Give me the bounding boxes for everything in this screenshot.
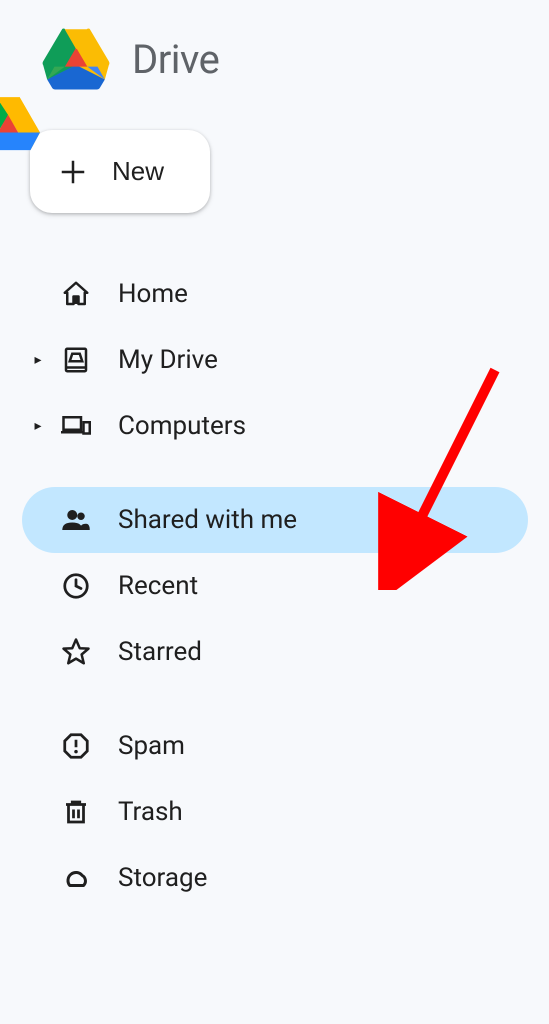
nav-item-computers[interactable]: ▸ Computers: [22, 393, 528, 459]
nav-group-1: ▸ Home ▸ My Drive ▸ Computers: [22, 261, 549, 459]
storage-icon: [60, 862, 92, 894]
nav-label: Spam: [118, 731, 185, 761]
new-button[interactable]: New: [30, 130, 210, 213]
expand-icon[interactable]: ▸: [32, 352, 44, 368]
recent-icon: [60, 570, 92, 602]
my-drive-icon: [60, 344, 92, 376]
plus-icon: [58, 157, 88, 187]
nav-group-3: ▸ Spam ▸ Trash ▸ Storage: [22, 713, 549, 911]
nav-item-spam[interactable]: ▸ Spam: [22, 713, 528, 779]
nav-label: My Drive: [118, 345, 218, 375]
nav-item-my-drive[interactable]: ▸ My Drive: [22, 327, 528, 393]
nav-label: Computers: [118, 411, 246, 441]
trash-icon: [60, 796, 92, 828]
nav-item-home[interactable]: ▸ Home: [22, 261, 528, 327]
shared-icon: [60, 504, 92, 536]
nav-label: Shared with me: [118, 505, 297, 535]
nav-item-recent[interactable]: ▸ Recent: [22, 553, 528, 619]
computers-icon: [60, 410, 92, 442]
nav-item-trash[interactable]: ▸ Trash: [22, 779, 528, 845]
nav-item-starred[interactable]: ▸ Starred: [22, 619, 528, 685]
nav-label: Starred: [118, 637, 202, 667]
nav-item-shared-with-me[interactable]: ▸ Shared with me: [22, 487, 528, 553]
nav-label: Trash: [118, 797, 183, 827]
nav-label: Storage: [118, 863, 207, 893]
nav-label: Home: [118, 279, 188, 309]
app-header: Drive: [0, 0, 549, 90]
nav-item-storage[interactable]: ▸ Storage: [22, 845, 528, 911]
nav-group-2: ▸ Shared with me ▸ Recent ▸ Starred: [22, 487, 549, 685]
new-button-label: New: [112, 156, 164, 187]
app-title: Drive: [132, 36, 219, 83]
drive-logo-icon: [42, 28, 110, 90]
starred-icon: [60, 636, 92, 668]
sidebar-nav: ▸ Home ▸ My Drive ▸ Computers ▸: [0, 261, 549, 911]
home-icon: [60, 278, 92, 310]
spam-icon: [60, 730, 92, 762]
nav-label: Recent: [118, 571, 198, 601]
expand-icon[interactable]: ▸: [32, 418, 44, 434]
